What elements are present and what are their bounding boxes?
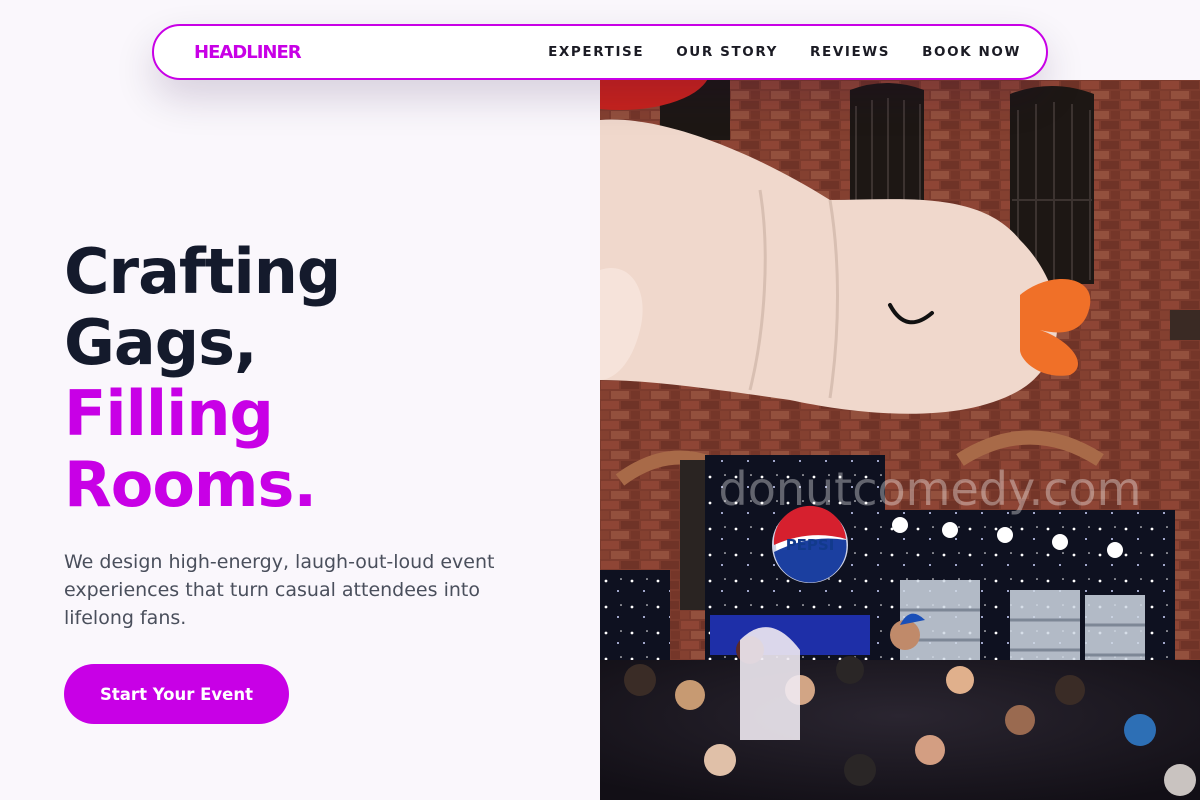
brand-logo[interactable]: HEADLINER (194, 42, 302, 63)
hero-title-line-2: Gags, (64, 306, 258, 379)
hero-title: Crafting Gags, Filling Rooms. (64, 236, 584, 520)
hero-title-line-1: Crafting (64, 235, 341, 308)
hero-subtitle: We design high-energy, laugh-out-loud ev… (64, 551, 495, 629)
nav-links: EXPERTISE OUR STORY REVIEWS BOOK NOW (548, 44, 1021, 60)
hero-title-line-4: Rooms. (64, 448, 317, 521)
watermark-text: donutcomedy.com (719, 462, 1142, 516)
nav-link-reviews[interactable]: REVIEWS (810, 44, 890, 60)
hero-image-illustration: PEPSI donutcomedy.com (600, 80, 1200, 800)
hero-title-line-3: Filling (64, 377, 274, 450)
navbar: HEADLINER EXPERTISE OUR STORY REVIEWS BO… (152, 24, 1048, 80)
pepsi-logo-text: PEPSI (786, 536, 835, 554)
nav-link-book-now[interactable]: BOOK NOW (922, 44, 1021, 60)
nav-link-expertise[interactable]: EXPERTISE (548, 44, 644, 60)
nav-link-our-story[interactable]: OUR STORY (676, 44, 778, 60)
hero-image: PEPSI donutcomedy.com (600, 80, 1200, 800)
start-event-button[interactable]: Start Your Event (64, 664, 289, 724)
page: HEADLINER EXPERTISE OUR STORY REVIEWS BO… (0, 0, 1200, 800)
